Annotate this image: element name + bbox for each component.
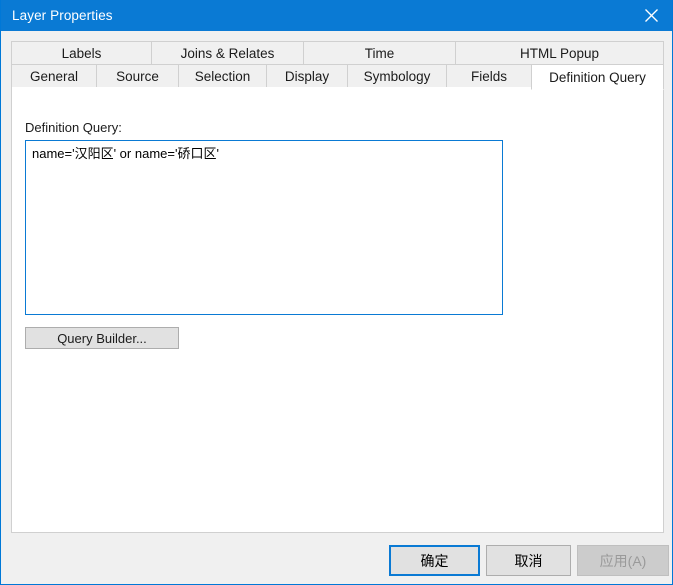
tab-symbology[interactable]: Symbology [347, 64, 446, 89]
tab-fields[interactable]: Fields [446, 64, 531, 89]
query-builder-button[interactable]: Query Builder... [25, 327, 179, 349]
tab-label: Fields [470, 69, 507, 84]
definition-query-panel: Definition Query: Query Builder... [11, 87, 664, 533]
close-icon[interactable] [628, 0, 672, 31]
title-bar: Layer Properties [1, 0, 672, 31]
tab-label: HTML Popup [519, 45, 600, 61]
tab-definition-query[interactable]: Definition Query [531, 64, 664, 90]
tab-joins-and-relates[interactable]: Joins & Relates [151, 41, 303, 65]
tab-label: Selection [194, 69, 251, 84]
cancel-button[interactable]: 取消 [486, 545, 571, 576]
apply-button[interactable]: 应用(A) [577, 545, 669, 576]
definition-query-label: Definition Query: [25, 120, 122, 135]
window-title: Layer Properties [12, 8, 113, 23]
tab-time[interactable]: Time [303, 41, 455, 65]
ok-button[interactable]: 确定 [389, 545, 480, 576]
tab-label: Definition Query [549, 69, 646, 85]
tab-label: Time [364, 45, 395, 61]
tab-label: Symbology [363, 69, 431, 84]
tab-row-lower: General Source Selection Display Symbolo… [11, 64, 664, 90]
tab-label: Display [284, 69, 330, 84]
layer-properties-dialog: Layer Properties Labels Joins & Relates … [0, 0, 673, 585]
tab-labels[interactable]: Labels [11, 41, 151, 65]
tab-row-upper: Labels Joins & Relates Time HTML Popup [11, 41, 664, 65]
tab-source[interactable]: Source [96, 64, 178, 89]
tab-html-popup[interactable]: HTML Popup [455, 41, 664, 65]
dialog-button-bar: 确定 取消 应用(A) [1, 540, 672, 584]
tab-strip: Labels Joins & Relates Time HTML Popup G… [11, 41, 664, 90]
tab-label: Source [116, 69, 159, 84]
tab-label: Labels [61, 45, 102, 61]
definition-query-input[interactable] [25, 140, 503, 315]
tab-display[interactable]: Display [266, 64, 347, 89]
tab-label: General [29, 69, 79, 84]
tab-general[interactable]: General [11, 64, 96, 89]
tab-selection[interactable]: Selection [178, 64, 266, 89]
tab-label: Joins & Relates [180, 45, 275, 61]
